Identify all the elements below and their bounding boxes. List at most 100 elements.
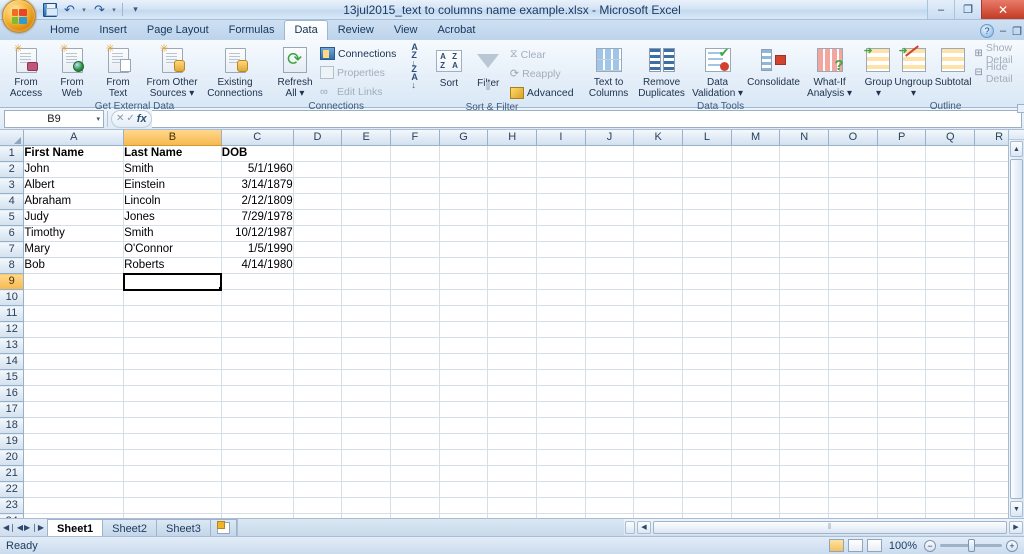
cell-Q2[interactable] [926, 162, 975, 178]
cell-G9[interactable] [439, 274, 488, 290]
cell-H18[interactable] [488, 418, 537, 434]
cell-Q20[interactable] [926, 450, 975, 466]
cell-O13[interactable] [829, 338, 878, 354]
cell-P2[interactable] [877, 162, 926, 178]
cell-D9[interactable] [293, 274, 342, 290]
undo-button[interactable]: ↶ [60, 1, 79, 19]
column-header-H[interactable]: H [488, 130, 537, 146]
cell-H17[interactable] [488, 402, 537, 418]
cell-I3[interactable] [537, 178, 586, 194]
cell-P8[interactable] [877, 258, 926, 274]
column-header-D[interactable]: D [293, 130, 342, 146]
cell-M8[interactable] [731, 258, 780, 274]
cell-I9[interactable] [537, 274, 586, 290]
cell-A1[interactable]: First Name [24, 146, 124, 162]
cell-F6[interactable] [391, 226, 440, 242]
cell-F16[interactable] [391, 386, 440, 402]
sort-descending-button[interactable]: ZA ↓ [409, 66, 427, 88]
next-sheet-button[interactable]: ▶ [24, 523, 30, 532]
cell-F13[interactable] [391, 338, 440, 354]
cell-K21[interactable] [634, 466, 683, 482]
cell-P11[interactable] [877, 306, 926, 322]
cell-L11[interactable] [683, 306, 732, 322]
cell-H13[interactable] [488, 338, 537, 354]
cell-D19[interactable] [293, 434, 342, 450]
column-header-C[interactable]: C [221, 130, 293, 146]
filter-button[interactable]: Filter [469, 44, 508, 91]
cell-D11[interactable] [293, 306, 342, 322]
scroll-right-button[interactable]: ▶ [1009, 521, 1023, 534]
cell-H10[interactable] [488, 290, 537, 306]
cell-J18[interactable] [585, 418, 634, 434]
cell-C7[interactable]: 1/5/1990 [221, 242, 293, 258]
cell-O20[interactable] [829, 450, 878, 466]
column-header-J[interactable]: J [585, 130, 634, 146]
cell-B2[interactable]: Smith [124, 162, 222, 178]
help-icon[interactable]: ? [980, 24, 994, 38]
cell-G6[interactable] [439, 226, 488, 242]
group-button[interactable]: ➜ Group▾ [864, 43, 894, 101]
cell-G18[interactable] [439, 418, 488, 434]
cell-P24[interactable] [877, 514, 926, 519]
cell-H11[interactable] [488, 306, 537, 322]
cell-A10[interactable] [24, 290, 124, 306]
cell-M17[interactable] [731, 402, 780, 418]
row-header-6[interactable]: 6 [0, 226, 24, 242]
cell-O10[interactable] [829, 290, 878, 306]
cell-L13[interactable] [683, 338, 732, 354]
cell-N19[interactable] [780, 434, 829, 450]
cell-J5[interactable] [585, 210, 634, 226]
cell-P10[interactable] [877, 290, 926, 306]
cell-E8[interactable] [342, 258, 391, 274]
cell-M20[interactable] [731, 450, 780, 466]
cell-O6[interactable] [829, 226, 878, 242]
cell-O5[interactable] [829, 210, 878, 226]
column-header-F[interactable]: F [391, 130, 440, 146]
cell-G5[interactable] [439, 210, 488, 226]
cell-P6[interactable] [877, 226, 926, 242]
cell-I16[interactable] [537, 386, 586, 402]
refresh-all-button[interactable]: RefreshAll ▾ [272, 43, 318, 101]
cell-M12[interactable] [731, 322, 780, 338]
cell-H7[interactable] [488, 242, 537, 258]
cell-B21[interactable] [124, 466, 222, 482]
horizontal-split-handle[interactable] [625, 521, 635, 534]
cell-O8[interactable] [829, 258, 878, 274]
row-header-7[interactable]: 7 [0, 242, 24, 258]
cell-O7[interactable] [829, 242, 878, 258]
cell-E13[interactable] [342, 338, 391, 354]
cell-C15[interactable] [221, 370, 293, 386]
cell-M14[interactable] [731, 354, 780, 370]
cell-O14[interactable] [829, 354, 878, 370]
cell-Q4[interactable] [926, 194, 975, 210]
cell-D14[interactable] [293, 354, 342, 370]
page-break-preview-button[interactable] [867, 539, 882, 552]
cell-F5[interactable] [391, 210, 440, 226]
cell-Q5[interactable] [926, 210, 975, 226]
cell-B24[interactable] [124, 514, 222, 519]
document-restore-button[interactable]: ❐ [1012, 25, 1022, 38]
cell-L3[interactable] [683, 178, 732, 194]
select-all-button[interactable] [0, 130, 24, 146]
column-header-G[interactable]: G [439, 130, 488, 146]
cell-C2[interactable]: 5/1/1960 [221, 162, 293, 178]
cell-J9[interactable] [585, 274, 634, 290]
cell-B8[interactable]: Roberts [124, 258, 222, 274]
cell-E21[interactable] [342, 466, 391, 482]
row-header-16[interactable]: 16 [0, 386, 24, 402]
cell-O19[interactable] [829, 434, 878, 450]
minimize-button[interactable]: – [927, 0, 954, 19]
scroll-left-button[interactable]: ◀ [637, 521, 651, 534]
clear-filter-button[interactable]: ⧖ Clear [508, 45, 578, 64]
cell-Q13[interactable] [926, 338, 975, 354]
what-if-analysis-button[interactable]: What-IfAnalysis ▾ [802, 43, 858, 101]
cell-O21[interactable] [829, 466, 878, 482]
cell-I21[interactable] [537, 466, 586, 482]
cell-I15[interactable] [537, 370, 586, 386]
cell-E18[interactable] [342, 418, 391, 434]
cell-O1[interactable] [829, 146, 878, 162]
cell-Q11[interactable] [926, 306, 975, 322]
cell-G4[interactable] [439, 194, 488, 210]
cell-B17[interactable] [124, 402, 222, 418]
row-header-9[interactable]: 9 [0, 274, 24, 290]
